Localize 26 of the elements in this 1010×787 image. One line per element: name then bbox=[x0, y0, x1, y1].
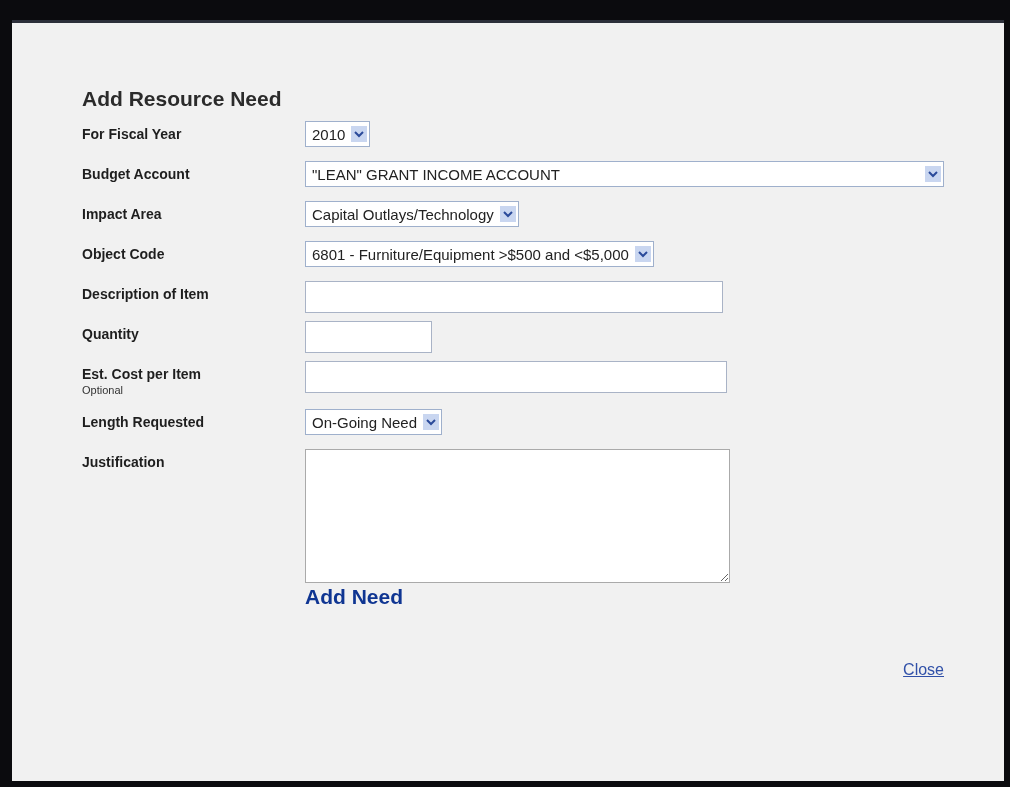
field-label: Impact Area bbox=[82, 206, 162, 222]
chevron-down-icon bbox=[423, 414, 440, 430]
add-need-link[interactable]: Add Need bbox=[305, 585, 403, 609]
chevron-down-icon bbox=[634, 246, 651, 262]
dropdown[interactable]: On-Going Need bbox=[305, 409, 443, 435]
dropdown[interactable]: 6801 - Furniture/Equipment >$500 and <$5,000 bbox=[305, 241, 654, 267]
text-field[interactable] bbox=[305, 281, 723, 313]
text-field[interactable] bbox=[305, 361, 727, 393]
dropdown[interactable]: 2010 bbox=[305, 121, 371, 147]
dropdown[interactable]: Capital Outlays/Technology bbox=[305, 201, 519, 227]
field-label: Object Code bbox=[82, 246, 165, 262]
chevron-down-icon bbox=[351, 126, 368, 142]
field-label: Est. Cost per Item bbox=[82, 366, 202, 382]
text-field[interactable] bbox=[305, 321, 432, 353]
chevron-down-icon bbox=[925, 166, 941, 182]
field-label: Length Requested bbox=[82, 414, 205, 430]
chevron-down-icon bbox=[499, 206, 516, 222]
field-note: Optional bbox=[82, 384, 123, 396]
dialog-title: Add Resource Need bbox=[82, 87, 282, 111]
field-label: Justification bbox=[82, 454, 165, 470]
field-label: For Fiscal Year bbox=[82, 126, 182, 142]
field-label: Description of Item bbox=[82, 286, 209, 302]
field-label: Quantity bbox=[82, 326, 139, 342]
dropdown[interactable]: "LEAN" GRANT INCOME ACCOUNT bbox=[305, 161, 944, 187]
field-label: Budget Account bbox=[82, 166, 190, 182]
close-link[interactable]: Close bbox=[903, 661, 944, 679]
